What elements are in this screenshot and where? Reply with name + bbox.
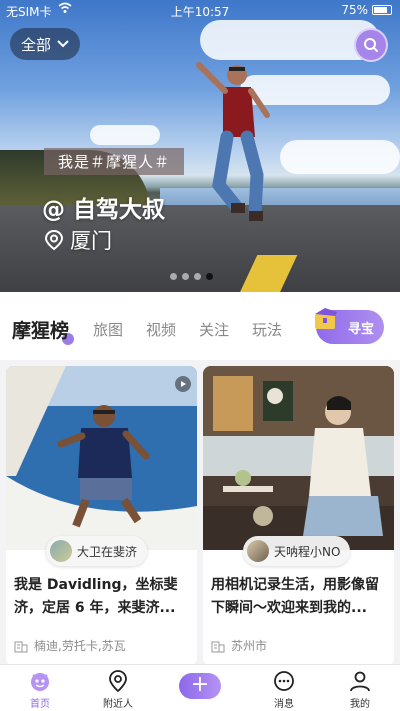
hero-author-name: @ 自驾大叔	[42, 197, 166, 223]
post-location-label: 苏州市	[231, 639, 268, 653]
nav-home-label: 首页	[30, 699, 50, 710]
bottom-navigation: 首页 附近人 + 消息 我的	[0, 664, 400, 711]
content-tabs: 摩猩榜 旅图 视频 关注 玩法 寻宝	[0, 292, 400, 360]
post-photo-sailing	[6, 366, 197, 550]
profile-icon	[350, 671, 370, 692]
search-button[interactable]	[354, 28, 388, 62]
carousel-dot[interactable]	[182, 273, 189, 280]
carousel-indicator[interactable]	[170, 273, 213, 280]
avatar	[50, 540, 72, 562]
post-location: 苏州市	[211, 637, 267, 654]
treasure-hunt-button[interactable]: 寻宝	[315, 308, 384, 344]
avatar	[247, 540, 269, 562]
post-location: 楠迪,劳托卡,苏瓦	[14, 637, 126, 654]
nav-profile[interactable]: 我的	[330, 669, 390, 710]
nav-nearby-label: 附近人	[103, 699, 133, 710]
tab-gameplay[interactable]: 玩法	[252, 319, 282, 340]
tab-photo-travel[interactable]: 旅图	[93, 319, 123, 340]
battery-icon	[372, 5, 392, 15]
nav-messages[interactable]: 消息	[254, 669, 314, 710]
create-post-button[interactable]: +	[179, 673, 221, 699]
home-icon	[31, 673, 49, 691]
video-indicator	[175, 376, 191, 392]
post-card[interactable]: 天呐程小NO 用相机记录生活，用影像留下瞬间～欢迎来到我的... 苏州市	[203, 366, 394, 666]
hero-tag-line: 我是＃摩猩人＃	[44, 148, 185, 175]
location-pin-icon	[44, 229, 64, 251]
tab-video[interactable]: 视频	[146, 319, 176, 340]
treasure-hunt-label: 寻宝	[347, 321, 374, 337]
carousel-dot-active[interactable]	[206, 273, 213, 280]
author-name: 大卫在斐济	[77, 544, 138, 559]
carousel-dot[interactable]	[170, 273, 177, 280]
status-bar: 无SIM卡 上午10:57 75%	[0, 0, 400, 20]
clock: 上午10:57	[170, 5, 230, 19]
play-icon	[181, 381, 186, 387]
tab-ranking[interactable]: 摩猩榜	[12, 316, 69, 343]
filter-label: 全部	[20, 35, 51, 54]
hero-location: 厦门	[44, 225, 112, 255]
nav-home[interactable]: 首页	[10, 669, 70, 710]
post-title: 我是 Davidling，坐标斐济，定居 6 年，来斐济...	[14, 577, 178, 616]
carousel-dot[interactable]	[194, 273, 201, 280]
nav-messages-label: 消息	[274, 699, 294, 710]
post-photo-cafe	[203, 366, 394, 550]
nav-nearby[interactable]: 附近人	[88, 669, 148, 710]
treasure-box-icon	[315, 308, 337, 329]
author-chip[interactable]: 大卫在斐济	[46, 536, 148, 566]
nav-profile-label: 我的	[350, 699, 370, 710]
author-name: 天呐程小NO	[274, 544, 341, 559]
tab-following[interactable]: 关注	[199, 319, 229, 340]
category-filter-dropdown[interactable]: 全部	[10, 28, 80, 60]
post-location-label: 楠迪,劳托卡,苏瓦	[34, 639, 126, 653]
hero-location-label: 厦门	[70, 229, 112, 253]
post-card[interactable]: 大卫在斐济 我是 Davidling，坐标斐济，定居 6 年，来斐济... 楠迪…	[6, 366, 197, 666]
building-icon	[14, 641, 28, 652]
building-icon	[211, 641, 225, 652]
chevron-down-icon	[57, 40, 69, 48]
battery-percent: 75%	[341, 3, 368, 17]
author-chip[interactable]: 天呐程小NO	[243, 536, 351, 566]
jumping-person-photo	[196, 62, 270, 221]
location-pin-icon	[109, 670, 127, 693]
search-icon	[364, 38, 378, 52]
post-title: 用相机记录生活，用影像留下瞬间～欢迎来到我的...	[211, 577, 379, 616]
chat-bubble-icon	[274, 671, 294, 691]
